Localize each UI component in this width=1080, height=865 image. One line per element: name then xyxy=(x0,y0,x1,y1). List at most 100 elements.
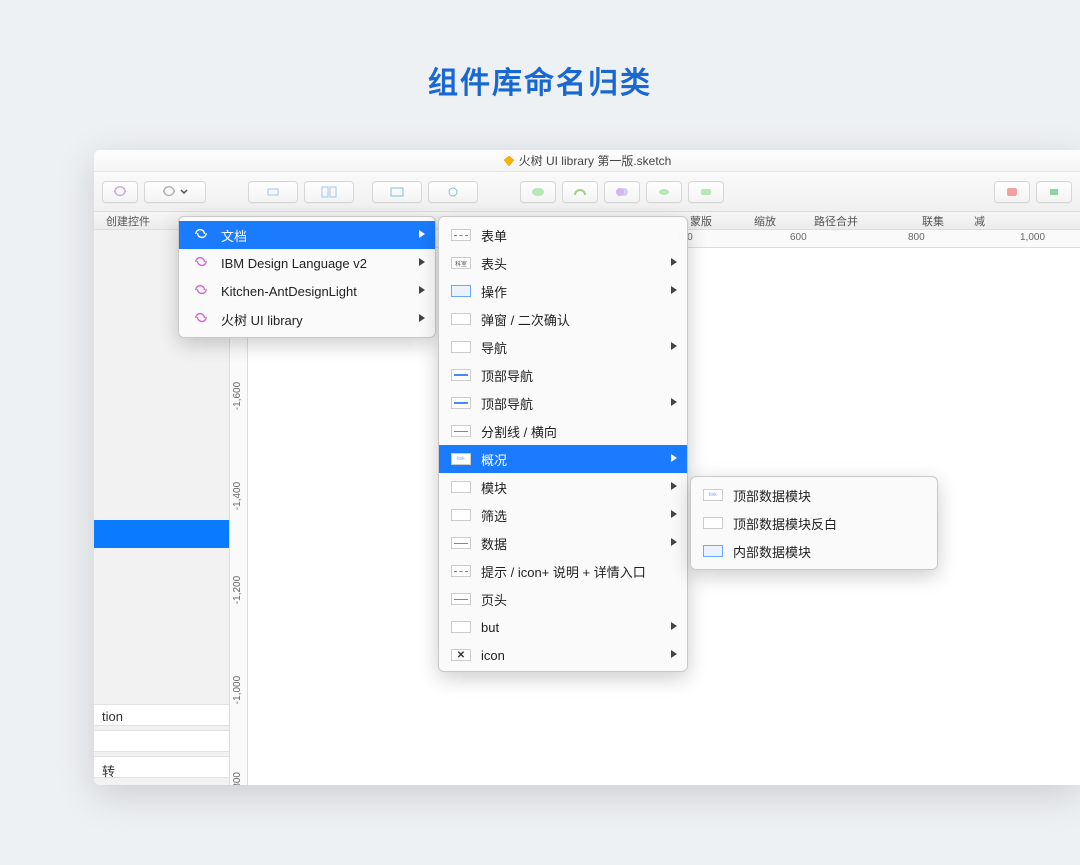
menu-item-label: Kitchen-AntDesignLight xyxy=(221,284,357,299)
library-link-icon xyxy=(191,228,211,242)
menu-item[interactable]: 内部数据模块 xyxy=(691,537,937,565)
submenu-arrow-icon xyxy=(671,286,677,294)
symbol-thumbnail-icon xyxy=(451,649,471,661)
align-button-2[interactable] xyxy=(304,181,354,203)
submenu-arrow-icon xyxy=(671,622,677,630)
label-scale: 缩放 xyxy=(754,213,776,229)
symbol-thumbnail-icon xyxy=(451,341,471,353)
submenu-arrow-icon xyxy=(419,230,425,238)
submenu-arrow-icon xyxy=(419,314,425,322)
library-link-icon xyxy=(191,312,211,326)
menu-item[interactable]: 模块 xyxy=(439,473,687,501)
menu-item-label: 顶部数据模块反白 xyxy=(733,514,837,533)
layer-row-2[interactable] xyxy=(94,730,229,752)
scale-button[interactable] xyxy=(562,181,598,203)
label-union: 联集 xyxy=(922,213,944,229)
symbol-thumbnail-icon xyxy=(451,229,471,241)
align-button-1[interactable] xyxy=(248,181,298,203)
menu-item-label: 筛选 xyxy=(481,506,507,525)
menu-item[interactable]: 顶部导航 xyxy=(439,361,687,389)
menu-item[interactable]: Kitchen-AntDesignLight xyxy=(179,277,435,305)
transform-button-1[interactable] xyxy=(372,181,422,203)
menu-item-label: 火树 UI library xyxy=(221,310,303,329)
symbol-thumbnail-icon xyxy=(451,481,471,493)
symbol-thumbnail-icon xyxy=(451,313,471,325)
menu-item[interactable]: icon xyxy=(439,641,687,669)
menu-item-label: 页头 xyxy=(481,590,507,609)
menu-item[interactable]: 筛选 xyxy=(439,501,687,529)
symbol-thumbnail-icon xyxy=(451,565,471,577)
app-window: 火树 UI library 第一版.sketch 创建控件 蒙版 缩放 路径合并… xyxy=(94,150,1080,785)
symbol-thumbnail-icon xyxy=(451,509,471,521)
menu-item-label: 概况 xyxy=(481,450,507,469)
menu-item-label: IBM Design Language v2 xyxy=(221,256,367,271)
library-icon xyxy=(194,227,208,244)
right-button-1[interactable] xyxy=(994,181,1030,203)
submenu-arrow-icon xyxy=(671,454,677,462)
menu-item[interactable]: 火树 UI library xyxy=(179,305,435,333)
menu-item[interactable]: 表单 xyxy=(439,221,687,249)
menu-item-label: 弹窗 / 二次确认 xyxy=(481,310,570,329)
component-menu: 顶部数据模块顶部数据模块反白内部数据模块 xyxy=(690,476,938,570)
menu-item[interactable]: 导航 xyxy=(439,333,687,361)
label-create: 创建控件 xyxy=(106,213,150,229)
symbol-thumbnail-icon xyxy=(451,285,471,297)
menu-item[interactable]: 概况 xyxy=(439,445,687,473)
symbol-thumbnail-icon xyxy=(451,257,471,269)
symbol-thumbnail-icon xyxy=(703,517,723,529)
category-menu: 表单表头操作弹窗 / 二次确认导航顶部导航顶部导航分割线 / 横向概况模块筛选数… xyxy=(438,216,688,672)
menu-item[interactable]: 操作 xyxy=(439,277,687,305)
menu-item[interactable]: 顶部数据模块反白 xyxy=(691,509,937,537)
menu-item-label: but xyxy=(481,620,499,635)
layer-row-3[interactable]: 转 xyxy=(94,756,229,778)
menu-item-label: 操作 xyxy=(481,282,507,301)
layer-row-1[interactable]: tion xyxy=(94,704,229,726)
menu-item-label: icon xyxy=(481,648,505,663)
menu-item[interactable]: 顶部导航 xyxy=(439,389,687,417)
symbol-thumbnail-icon xyxy=(451,369,471,381)
mask-button[interactable] xyxy=(520,181,556,203)
menu-item-label: 顶部数据模块 xyxy=(733,486,811,505)
sketch-app-icon xyxy=(503,152,515,164)
menu-item-label: 表单 xyxy=(481,226,507,245)
menu-item[interactable]: 顶部数据模块 xyxy=(691,481,937,509)
menu-item[interactable]: 表头 xyxy=(439,249,687,277)
symbol-thumbnail-icon xyxy=(703,489,723,501)
symbol-thumbnail-icon xyxy=(451,425,471,437)
menu-item[interactable]: 分割线 / 横向 xyxy=(439,417,687,445)
menu-item[interactable]: 提示 / icon+ 说明 + 详情入口 xyxy=(439,557,687,585)
menu-item[interactable]: 页头 xyxy=(439,585,687,613)
page-title: 组件库命名归类 xyxy=(0,0,1080,142)
submenu-arrow-icon xyxy=(671,342,677,350)
transform-button-2[interactable] xyxy=(428,181,478,203)
menu-item[interactable]: 文档 xyxy=(179,221,435,249)
menu-item[interactable]: 数据 xyxy=(439,529,687,557)
subtract-button[interactable] xyxy=(688,181,724,203)
combine-button[interactable] xyxy=(604,181,640,203)
create-symbol-button[interactable] xyxy=(102,181,138,203)
submenu-arrow-icon xyxy=(671,538,677,546)
symbol-library-dropdown[interactable] xyxy=(144,181,206,203)
library-icon xyxy=(194,255,208,272)
menu-item[interactable]: IBM Design Language v2 xyxy=(179,249,435,277)
menu-item-label: 导航 xyxy=(481,338,507,357)
menu-item-label: 顶部导航 xyxy=(481,394,533,413)
menu-item[interactable]: but xyxy=(439,613,687,641)
menu-item-label: 表头 xyxy=(481,254,507,273)
submenu-arrow-icon xyxy=(419,286,425,294)
library-icon xyxy=(194,283,208,300)
menu-item-label: 顶部导航 xyxy=(481,366,533,385)
right-button-2[interactable] xyxy=(1036,181,1072,203)
toolbar xyxy=(94,172,1080,212)
symbol-thumbnail-icon xyxy=(703,545,723,557)
menu-item[interactable]: 弹窗 / 二次确认 xyxy=(439,305,687,333)
library-menu: 文档 IBM Design Language v2 Kitchen-AntDesig… xyxy=(178,216,436,338)
menu-item-label: 文档 xyxy=(221,226,247,245)
union-button[interactable] xyxy=(646,181,682,203)
selected-layer[interactable] xyxy=(94,520,229,548)
menu-item-label: 模块 xyxy=(481,478,507,497)
chevron-down-icon xyxy=(180,188,188,196)
submenu-arrow-icon xyxy=(671,258,677,266)
submenu-arrow-icon xyxy=(671,510,677,518)
symbol-thumbnail-icon xyxy=(451,453,471,465)
